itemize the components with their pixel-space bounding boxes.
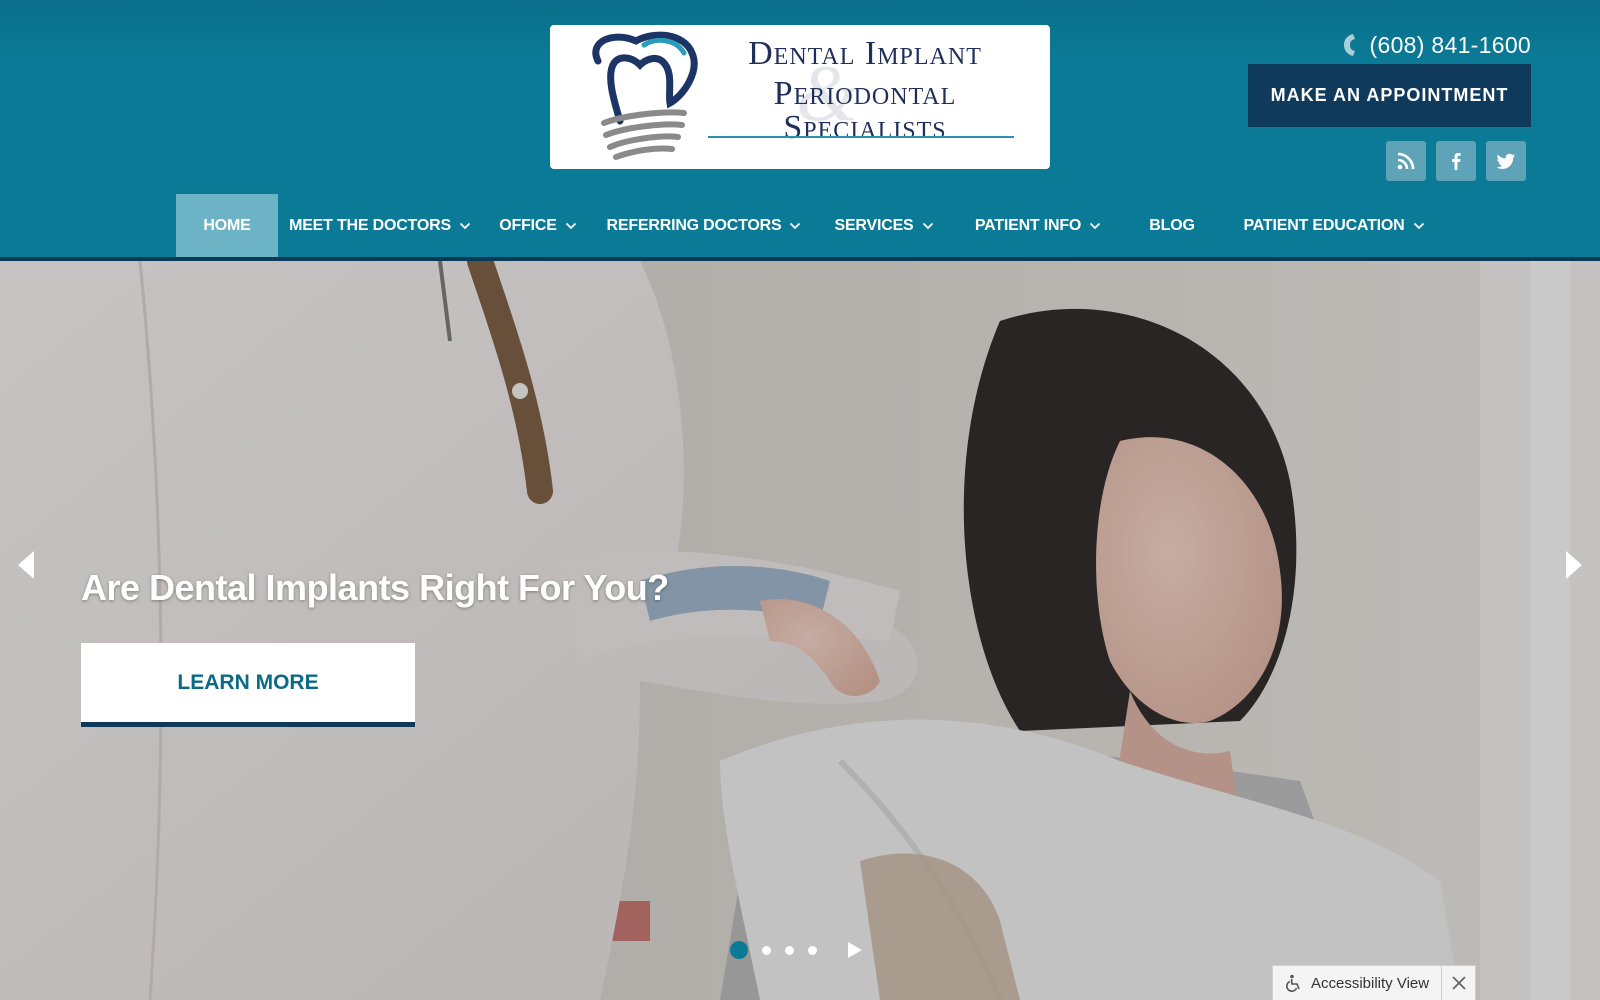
facebook-button[interactable] [1436,141,1476,181]
site-logo[interactable]: & Dental Implant Periodontal Specialists [550,25,1050,169]
rss-icon [1397,152,1415,170]
twitter-button[interactable] [1486,141,1526,181]
chevron-down-icon [922,222,933,229]
nav-label: BLOG [1149,216,1195,234]
accessibility-toolbar: Accessibility View [1272,965,1476,1000]
nav-item-blog[interactable]: BLOG [1122,194,1222,257]
nav-label: REFERRING DOCTORS [606,216,782,234]
slide-dot-1[interactable] [730,941,748,959]
chevron-down-icon [459,222,471,229]
chevron-down-icon [790,222,801,229]
nav-label: SERVICES [834,216,914,234]
nav-item-patient-education[interactable]: PATIENT EDUCATION [1222,194,1446,257]
nav-item-services[interactable]: SERVICES [814,194,954,257]
nav-item-patient-info[interactable]: PATIENT INFO [954,194,1122,257]
slide-dot-2[interactable] [762,945,771,955]
site-header: & Dental Implant Periodontal Specialists… [0,0,1600,261]
nav-item-meet-the-doctors[interactable]: MEET THE DOCTORS [278,194,482,257]
logo-line-2: Periodontal [773,75,957,112]
accessibility-close-button[interactable] [1441,966,1475,1000]
learn-more-button[interactable]: LEARN MORE [81,643,415,727]
tooth-implant-icon [592,31,698,160]
hero-slider: Are Dental Implants Right For You? LEARN… [0,261,1600,1000]
nav-item-office[interactable]: OFFICE [482,194,594,257]
chevron-down-icon [565,222,576,229]
nav-label: HOME [203,216,251,234]
phone-number: (608) 841-1600 [1369,31,1531,58]
nav-label: PATIENT EDUCATION [1243,216,1405,234]
nav-label: PATIENT INFO [974,216,1082,234]
facebook-icon [1452,153,1461,170]
slide-dot-4[interactable] [808,945,817,955]
hero-title: Are Dental Implants Right For You? [81,567,669,608]
phone-link[interactable]: (608) 841-1600 [1342,28,1531,62]
social-links [1386,141,1526,181]
slide-pagination [730,941,863,959]
logo-underline [708,136,1014,138]
accessibility-view-button[interactable]: Accessibility View [1273,966,1441,1000]
next-slide-arrow[interactable] [1562,547,1586,583]
wheelchair-icon [1286,974,1300,992]
nav-label: MEET THE DOCTORS [289,216,451,234]
previous-slide-arrow[interactable] [14,547,38,583]
hero-overlay [0,261,1600,1000]
chevron-down-icon [1413,222,1424,229]
twitter-icon [1496,153,1515,169]
nav-item-referring-doctors[interactable]: REFERRING DOCTORS [594,194,814,257]
logo-wordmark: Dental Implant Periodontal Specialists [700,35,1030,145]
rss-button[interactable] [1386,141,1426,181]
logo-line-1: Dental Implant [748,35,982,72]
logo-line-3: Specialists [783,109,947,146]
nav-item-home[interactable]: HOME [176,194,278,257]
close-icon [1451,976,1466,990]
phone-icon [1343,34,1355,56]
chevron-down-icon [1090,222,1101,229]
slide-dot-3[interactable] [785,945,794,955]
nav-label: OFFICE [499,216,557,234]
accessibility-view-label: Accessibility View [1311,974,1430,992]
main-nav: HOME MEET THE DOCTORS OFFICE REFERRING D… [176,194,1446,257]
make-appointment-button[interactable]: MAKE AN APPOINTMENT [1248,64,1531,127]
play-icon[interactable] [845,941,863,959]
